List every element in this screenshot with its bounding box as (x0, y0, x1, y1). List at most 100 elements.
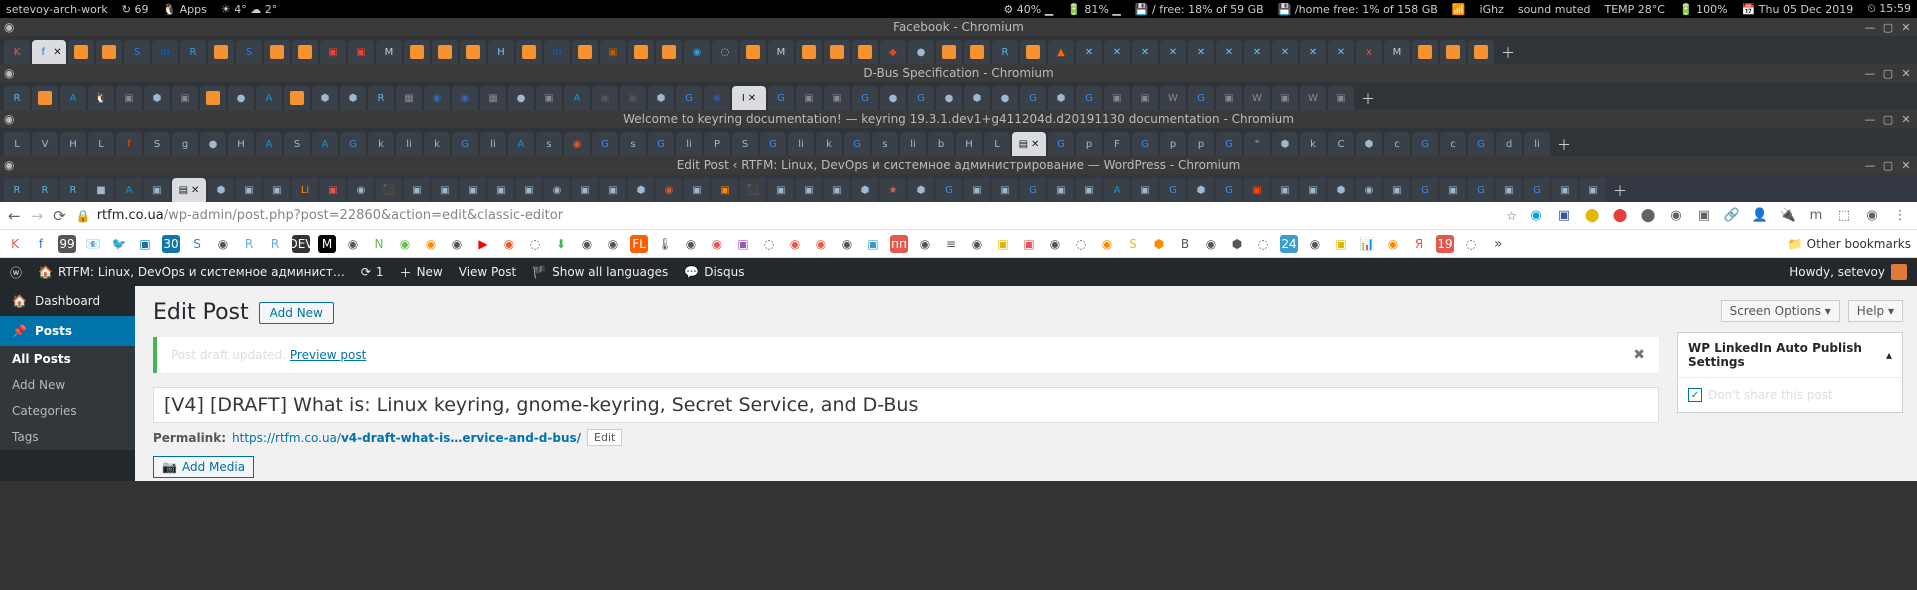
tab[interactable]: k (1300, 132, 1326, 156)
tab[interactable]: G (768, 86, 794, 110)
checkbox-dont-share[interactable]: ✓ (1688, 388, 1702, 402)
tab[interactable]: ▣ (768, 178, 794, 202)
bookmark[interactable]: ▣ (1020, 235, 1038, 253)
tab[interactable]: M (376, 40, 402, 64)
bookmark[interactable]: 19 (1436, 235, 1454, 253)
new-tab-button[interactable]: ＋ (1552, 134, 1576, 156)
tab[interactable]: ◉ (452, 86, 478, 110)
sidebar-sub-tags[interactable]: Tags (0, 424, 135, 450)
tab[interactable]: A (116, 178, 142, 202)
dismiss-notice-button[interactable]: ✖ (1633, 347, 1645, 363)
screen-options-button[interactable]: Screen Options ▾ (1721, 300, 1840, 322)
tab[interactable]: ▣ (1244, 178, 1270, 202)
bookmark[interactable]: ◉ (1046, 235, 1064, 253)
tab[interactable]: ▣ (348, 40, 374, 64)
close-button[interactable]: ✕ (1899, 158, 1913, 172)
tab-active[interactable]: ▤✕ (1012, 132, 1046, 156)
sidebar-item-posts[interactable]: 📌 Posts (0, 316, 135, 346)
tab[interactable]: W (1160, 86, 1186, 110)
tab[interactable]: ● (992, 86, 1018, 110)
bookmark[interactable]: R (240, 235, 258, 253)
tab[interactable]: ▦ (396, 86, 422, 110)
tab[interactable]: G (592, 132, 618, 156)
tab[interactable]: ▣ (144, 178, 170, 202)
tab[interactable]: R (368, 86, 394, 110)
tab[interactable]: ◉ (348, 178, 374, 202)
tab[interactable] (1020, 40, 1046, 64)
bookmark[interactable]: ◌ (526, 235, 544, 253)
bookmark[interactable]: ▣ (864, 235, 882, 253)
bookmark[interactable]: 30 (162, 235, 180, 253)
tab[interactable]: c (1384, 132, 1410, 156)
tab[interactable]: C (1328, 132, 1354, 156)
bookmark[interactable]: ▣ (994, 235, 1012, 253)
tab[interactable]: ▣ (572, 178, 598, 202)
bookmark[interactable]: 📊 (1358, 235, 1376, 253)
tab[interactable]: A (312, 132, 338, 156)
tab[interactable]: in (544, 40, 570, 64)
sound-status[interactable]: sound muted (1518, 3, 1591, 16)
tab[interactable]: ✕ (1328, 40, 1354, 64)
extension-icon[interactable]: ⬤ (1583, 207, 1601, 225)
tab[interactable]: li (1524, 132, 1550, 156)
tab[interactable]: p (1076, 132, 1102, 156)
extension-icon[interactable]: ▣ (1695, 207, 1713, 225)
tab[interactable]: ◉ (1356, 178, 1382, 202)
tab[interactable]: ◉ (564, 132, 590, 156)
extension-icon[interactable]: 🔌 (1779, 207, 1797, 225)
tab[interactable]: S (124, 40, 150, 64)
tab[interactable]: k (816, 132, 842, 156)
tab[interactable] (824, 40, 850, 64)
bookmark[interactable]: ◉ (1306, 235, 1324, 253)
bookmark[interactable]: S (1124, 235, 1142, 253)
tab[interactable]: ▣ (1496, 178, 1522, 202)
tab[interactable]: H (60, 132, 86, 156)
extension-icon[interactable]: 👤 (1751, 207, 1769, 225)
tab[interactable]: s (620, 132, 646, 156)
post-title-input[interactable] (153, 387, 1659, 423)
bookmark[interactable]: DEV (292, 235, 310, 253)
tab[interactable] (628, 40, 654, 64)
tab[interactable]: R (992, 40, 1018, 64)
close-icon[interactable]: ✕ (1031, 139, 1039, 150)
wp-site-link[interactable]: 🏠RTFM: Linux, DevOps и системное админис… (38, 265, 345, 279)
reload-button[interactable]: ⟳ (53, 207, 66, 225)
bookmark[interactable]: ◉ (1202, 235, 1220, 253)
tab[interactable] (292, 40, 318, 64)
tab[interactable]: ▣ (432, 178, 458, 202)
close-icon[interactable]: ✕ (191, 185, 199, 196)
bookmark[interactable]: ◉ (1384, 235, 1402, 253)
extension-icon[interactable]: ◉ (1527, 207, 1545, 225)
tab[interactable]: ⬢ (628, 178, 654, 202)
maximize-button[interactable]: ▢ (1881, 20, 1895, 34)
sidebar-sub-addnew[interactable]: Add New (0, 372, 135, 398)
tab[interactable]: ● (508, 86, 534, 110)
tab[interactable]: G (844, 132, 870, 156)
bookmark[interactable]: N (370, 235, 388, 253)
tab[interactable]: G (1076, 86, 1102, 110)
bookmark[interactable]: S (188, 235, 206, 253)
tab[interactable]: S (284, 132, 310, 156)
tab[interactable]: ● (200, 132, 226, 156)
tab[interactable]: ⬢ (340, 86, 366, 110)
tab[interactable]: ▣ (600, 40, 626, 64)
close-icon[interactable]: ✕ (748, 93, 756, 104)
tab[interactable]: ▲ (1048, 40, 1074, 64)
tab[interactable]: ▣ (1272, 86, 1298, 110)
bookmark[interactable]: K (6, 235, 24, 253)
bookmark[interactable]: пп (890, 235, 908, 253)
new-tab-button[interactable]: ＋ (1356, 88, 1380, 110)
tab[interactable]: G (1412, 132, 1438, 156)
bookmark[interactable]: ◉ (838, 235, 856, 253)
tab[interactable]: g (172, 132, 198, 156)
tab[interactable]: ◌ (712, 40, 738, 64)
tab[interactable]: G (1216, 178, 1242, 202)
tab[interactable]: ▣ (600, 178, 626, 202)
tab[interactable]: ▣ (460, 178, 486, 202)
tab[interactable]: A (508, 132, 534, 156)
extension-icon[interactable]: ⬚ (1835, 207, 1853, 225)
tab[interactable]: li (900, 132, 926, 156)
tab[interactable]: ● (936, 86, 962, 110)
maximize-button[interactable]: ▢ (1881, 158, 1895, 172)
tab[interactable]: R (32, 178, 58, 202)
